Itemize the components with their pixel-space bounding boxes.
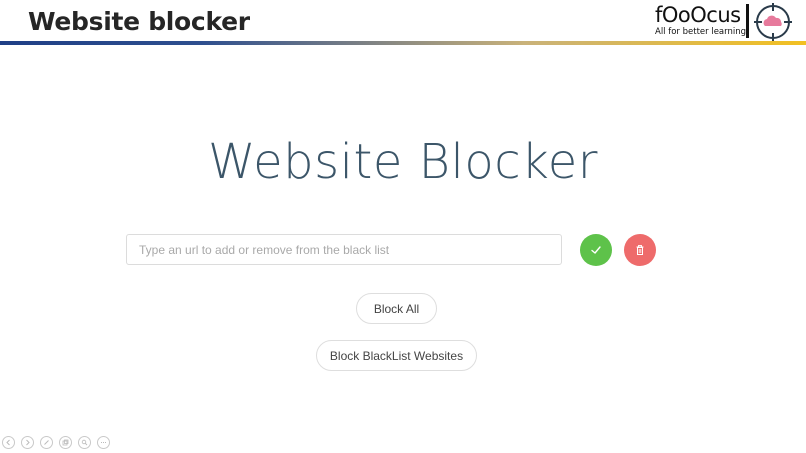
trash-icon [636, 245, 644, 255]
prev-icon[interactable] [2, 436, 15, 449]
brand-logo: fOoOcus All for better learning [655, 3, 797, 41]
header-rule [0, 41, 806, 45]
copy-icon[interactable] [59, 436, 72, 449]
remove-url-button[interactable] [624, 234, 656, 266]
zoom-icon[interactable] [78, 436, 91, 449]
presentation-toolbar [2, 436, 110, 450]
crosshair-cloud-icon [754, 3, 792, 41]
logo-word: fOoOcus [655, 3, 741, 27]
check-icon [591, 246, 601, 254]
pen-icon[interactable] [40, 436, 53, 449]
logo-divider [746, 4, 749, 38]
logo-tagline: All for better learning [655, 27, 747, 37]
slide-header: Website blocker fOoOcus All for better l… [0, 0, 806, 48]
next-icon[interactable] [21, 436, 34, 449]
slide-title: Website blocker [28, 7, 250, 36]
url-input[interactable] [126, 234, 562, 265]
add-url-button[interactable] [580, 234, 612, 266]
block-blacklist-button[interactable]: Block BlackList Websites [316, 340, 477, 371]
block-all-button[interactable]: Block All [356, 293, 437, 324]
app-heading: Website Blocker [208, 134, 598, 190]
more-icon[interactable] [97, 436, 110, 449]
